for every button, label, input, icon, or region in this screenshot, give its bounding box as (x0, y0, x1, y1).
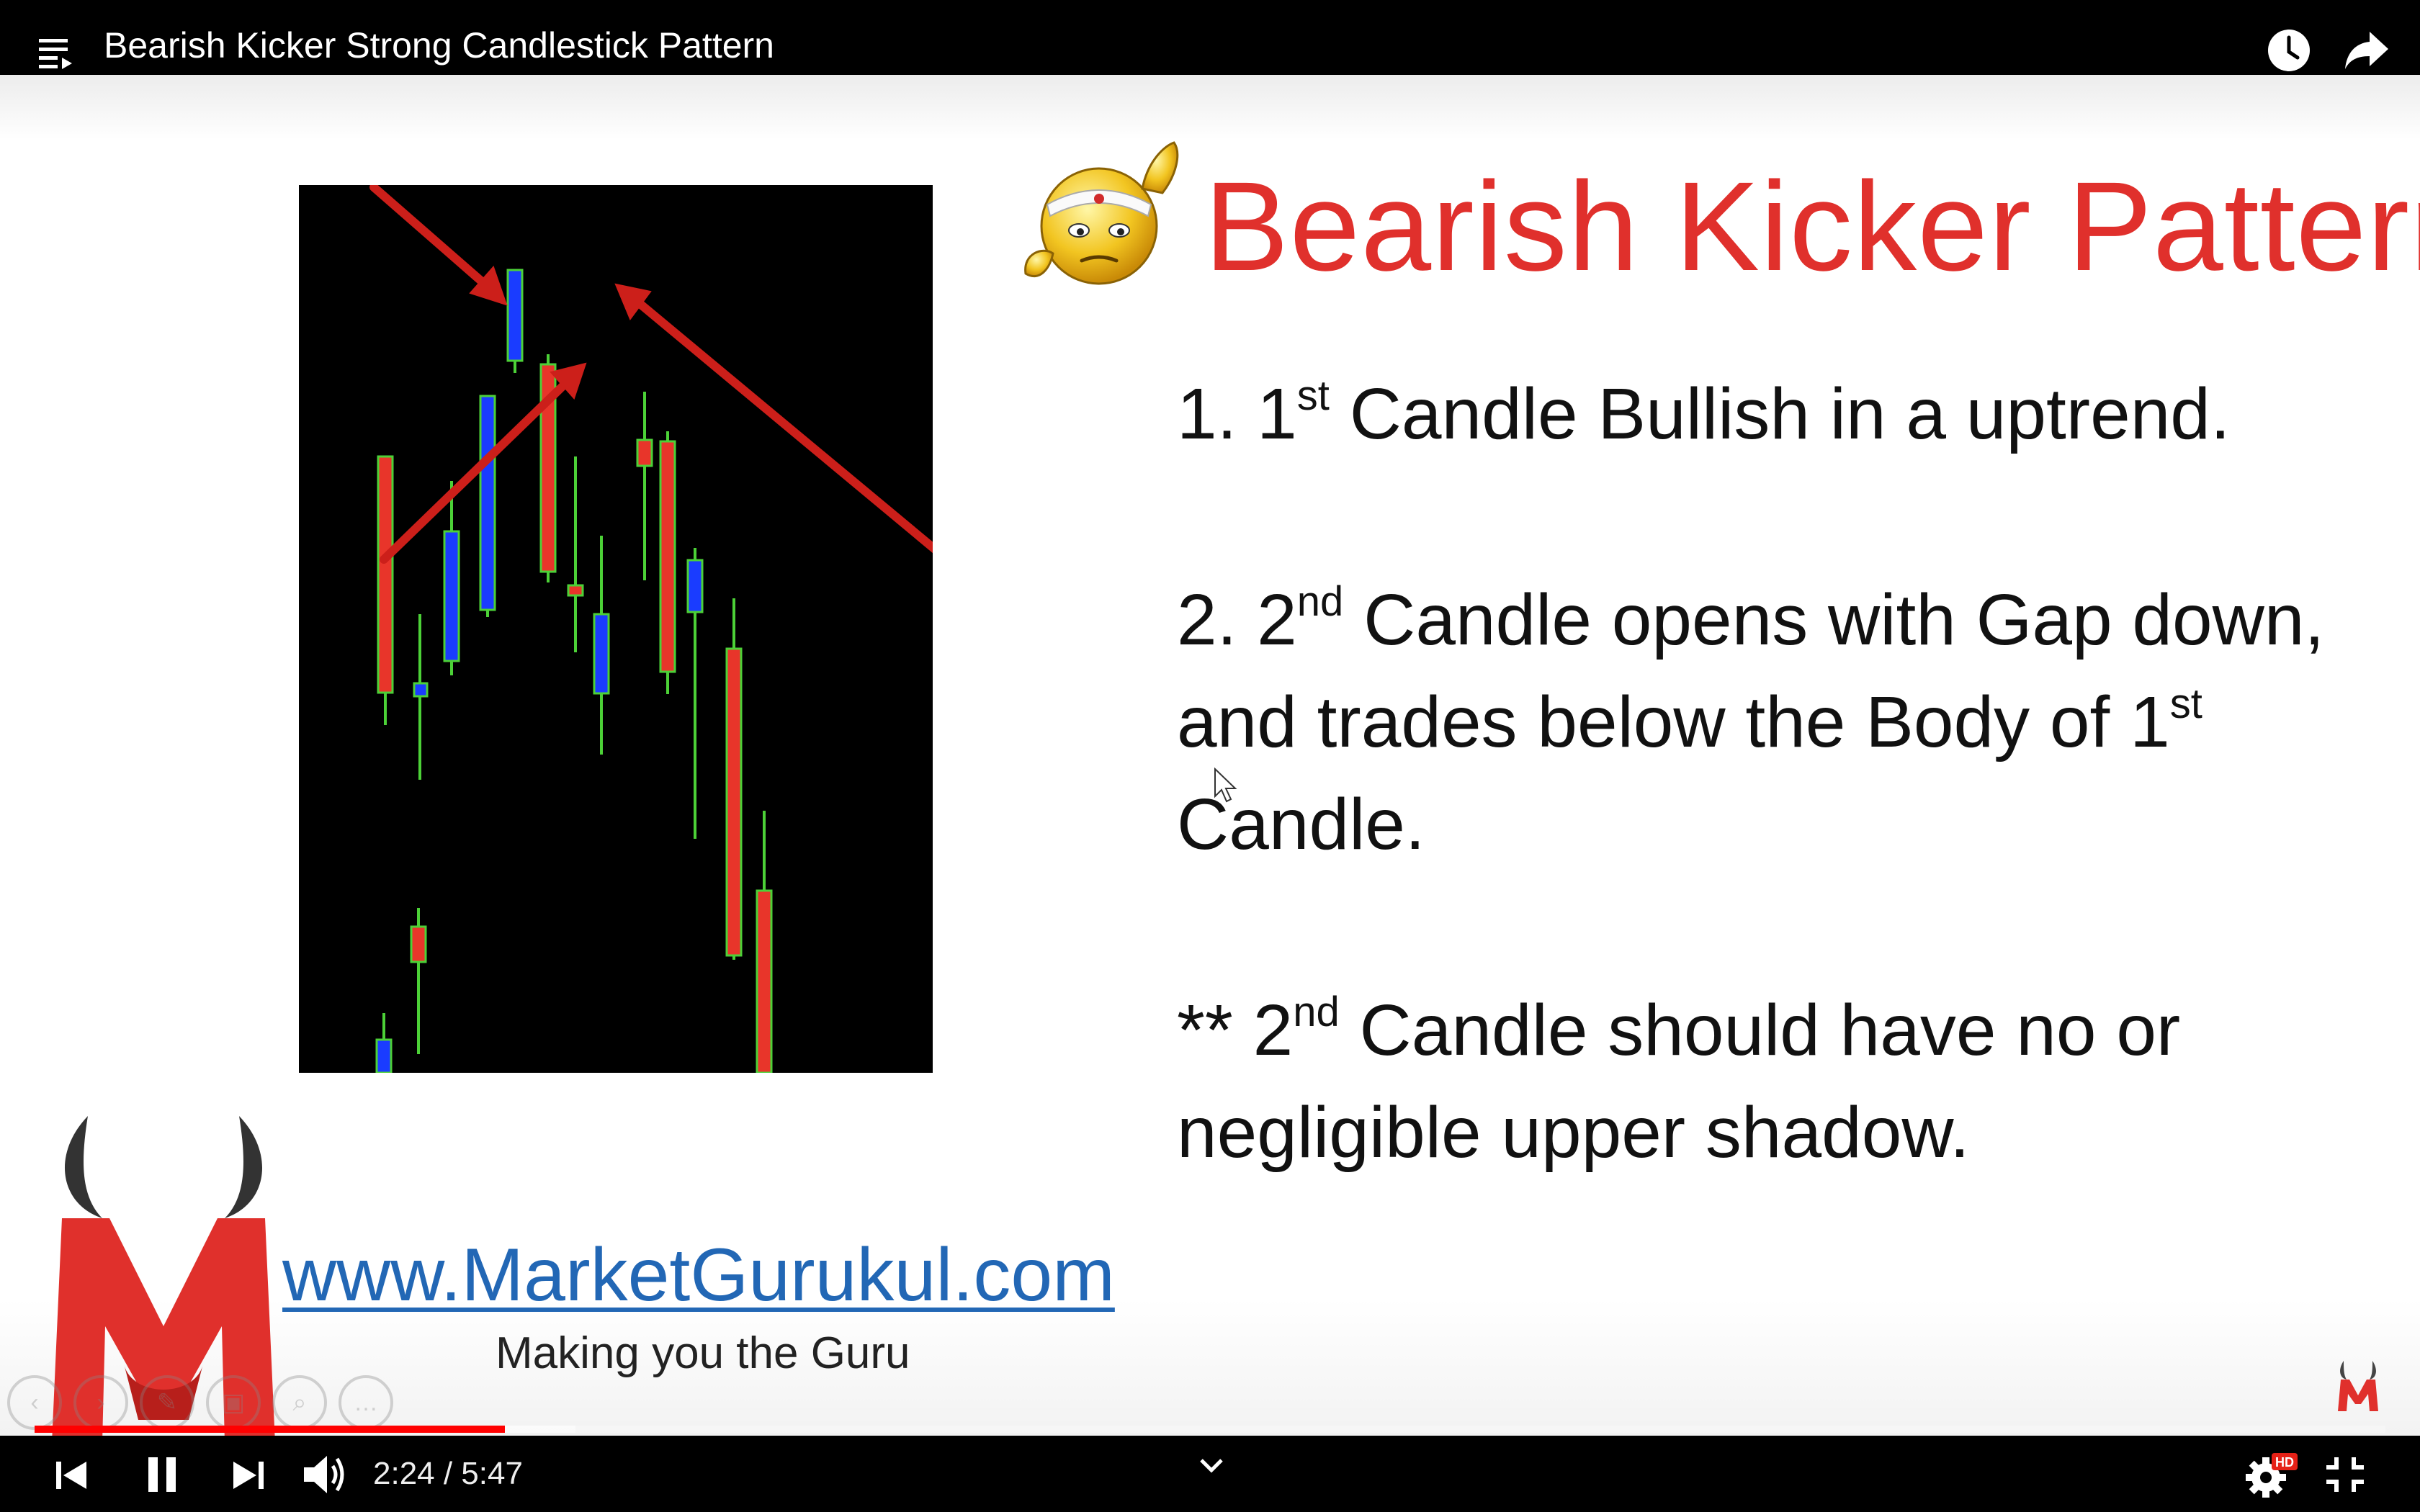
candlestick-chart-image (299, 185, 933, 1073)
player-controls: 2:24 / 5:47 HD (0, 1436, 2420, 1512)
slide-point-2: 2. 2nd Candle opens with Gap down, and t… (1177, 569, 2401, 876)
playlist-icon[interactable] (39, 37, 75, 69)
progress-played (35, 1426, 505, 1433)
mouse-cursor-icon (1214, 768, 1237, 803)
video-frame[interactable]: Bearish Kicker Pattern 1. 1st Candle Bul… (0, 75, 2420, 1436)
share-icon[interactable] (2344, 30, 2390, 71)
more-icon[interactable]: … (339, 1375, 393, 1430)
settings-icon[interactable]: HD (2243, 1452, 2299, 1499)
point-1-prefix: 1. 1 (1177, 374, 1297, 454)
progress-bar[interactable] (35, 1426, 2385, 1433)
point-2-sup: nd (1296, 577, 1344, 625)
emoji-salute-icon (1024, 141, 1179, 285)
pause-icon[interactable] (144, 1454, 180, 1495)
time-display: 2:24 / 5:47 (373, 1456, 523, 1491)
point-2-prefix: 2. 2 (1177, 580, 1297, 660)
presentation-toolbar: ‹ › ✎ ▣ ⌕ … (7, 1375, 393, 1433)
watch-later-icon[interactable] (2266, 27, 2312, 73)
point-2-text: Candle opens with Gap down, and trades b… (1177, 580, 2325, 762)
volume-icon[interactable] (302, 1453, 349, 1496)
next-video-icon[interactable] (230, 1457, 266, 1493)
pen-icon[interactable]: ✎ (140, 1375, 194, 1430)
slides-icon[interactable]: ▣ (206, 1375, 261, 1430)
channel-watermark-icon[interactable] (2336, 1359, 2380, 1413)
exit-fullscreen-icon[interactable] (2325, 1456, 2365, 1493)
tagline: Making you the Guru (496, 1328, 910, 1378)
slide-title: Bearish Kicker Pattern (1204, 156, 2420, 297)
previous-video-icon[interactable] (53, 1457, 89, 1493)
slide-point-3: ** 2nd Candle should have no or negligib… (1177, 979, 2401, 1184)
zoom-icon[interactable]: ⌕ (272, 1375, 327, 1430)
point-3-sup: nd (1293, 988, 1340, 1035)
slide-point-1: 1. 1st Candle Bullish in a uptrend. (1177, 363, 2401, 465)
point-3-prefix: ** 2 (1177, 990, 1294, 1071)
point-1-text: Candle Bullish in a uptrend. (1329, 374, 2231, 454)
website-link[interactable]: www.MarketGurukul.com (282, 1233, 1115, 1318)
point-1-sup: st (1296, 372, 1330, 419)
point-2-sup-2: st (2169, 680, 2202, 727)
top-bar: Bearish Kicker Strong Candlestick Patter… (0, 0, 2420, 75)
hd-badge: HD (2275, 1455, 2294, 1470)
next-slide-icon[interactable]: › (73, 1375, 128, 1430)
video-title[interactable]: Bearish Kicker Strong Candlestick Patter… (104, 24, 774, 66)
prev-slide-icon[interactable]: ‹ (7, 1375, 62, 1430)
chevron-down-icon[interactable] (1197, 1454, 1226, 1476)
